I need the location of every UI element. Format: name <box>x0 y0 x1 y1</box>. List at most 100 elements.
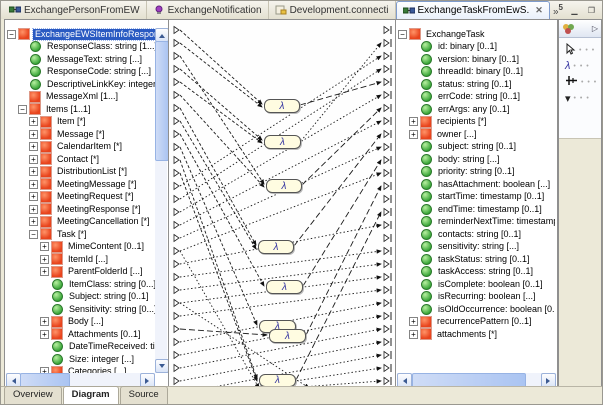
mapping-link[interactable] <box>300 82 381 105</box>
source-port[interactable] <box>174 339 179 346</box>
tree-item[interactable]: Sensitivity: string [0...] <box>7 303 155 316</box>
target-port[interactable] <box>384 339 389 346</box>
expander-expand-icon[interactable]: + <box>409 317 418 326</box>
source-port[interactable] <box>174 378 179 385</box>
mapping-link[interactable] <box>180 134 264 286</box>
tree-item[interactable]: taskStatus: string [0..1] <box>398 253 555 266</box>
target-port[interactable] <box>384 92 389 99</box>
mapping-link[interactable] <box>301 43 381 141</box>
mapping-link[interactable] <box>180 108 256 245</box>
scroll-down-button[interactable] <box>155 359 169 373</box>
source-port[interactable] <box>174 222 179 229</box>
target-port[interactable] <box>384 352 389 359</box>
tree-item[interactable]: errCode: string [0..1] <box>398 91 555 104</box>
view-tab-diagram[interactable]: Diagram <box>63 386 119 404</box>
expander-expand-icon[interactable]: + <box>409 117 418 126</box>
source-tree-horizontal-scrollbar[interactable] <box>6 373 155 386</box>
tree-item[interactable]: id: binary [0..1] <box>398 41 555 54</box>
editor-tab[interactable]: Development.connecti <box>269 1 396 19</box>
lambda-function-box[interactable]: λ <box>269 329 306 343</box>
target-port[interactable] <box>384 118 389 125</box>
tree-item[interactable]: +MeetingRequest [*] <box>7 191 155 204</box>
tree-item[interactable]: +attachments [*] <box>398 328 555 341</box>
tree-item[interactable]: +ParentFolderId [...] <box>7 266 155 279</box>
tree-item[interactable]: +recipients [*] <box>398 116 555 129</box>
source-port[interactable] <box>174 157 179 164</box>
tree-item[interactable]: DateTimeReceived: ti <box>7 341 155 354</box>
tree-item[interactable]: taskAccess: string [0..1] <box>398 266 555 279</box>
source-port[interactable] <box>174 170 179 177</box>
mapping-link[interactable] <box>302 108 381 185</box>
source-port[interactable] <box>174 144 179 151</box>
source-port[interactable] <box>174 313 179 320</box>
expander-expand-icon[interactable]: + <box>40 255 49 264</box>
expander-expand-icon[interactable]: + <box>29 117 38 126</box>
expander-expand-icon[interactable]: + <box>40 242 49 251</box>
tree-item[interactable]: priority: string [0..1] <box>398 166 555 179</box>
target-port[interactable] <box>384 378 389 385</box>
target-port[interactable] <box>384 183 389 190</box>
editor-tab[interactable]: ExchangeNotification <box>147 1 269 19</box>
tree-item[interactable]: +MeetingCancellation [*] <box>7 216 155 229</box>
mapping-canvas[interactable]: λλλλλλλλ <box>169 19 395 388</box>
source-port[interactable] <box>174 248 179 255</box>
expander-expand-icon[interactable]: + <box>409 330 418 339</box>
tree-item[interactable]: ResponseCode: string [...] <box>7 66 155 79</box>
tree-item[interactable]: +Categories [...] <box>7 366 155 374</box>
lambda-function-box[interactable]: λ <box>258 240 294 254</box>
tree-item[interactable]: Subject: string [0..1] <box>7 291 155 304</box>
lambda-function-box[interactable]: λ <box>264 99 300 113</box>
source-port[interactable] <box>174 183 179 190</box>
tab-overflow-button[interactable]: »5 <box>551 3 565 17</box>
target-port[interactable] <box>384 326 389 333</box>
target-port[interactable] <box>384 66 389 73</box>
target-port[interactable] <box>384 157 389 164</box>
source-port[interactable] <box>174 300 179 307</box>
tree-item[interactable]: −ExchangeTask <box>398 28 555 41</box>
source-port[interactable] <box>174 118 179 125</box>
tree-item[interactable]: Size: integer [...] <box>7 353 155 366</box>
view-tab-source[interactable]: Source <box>120 386 168 404</box>
target-port[interactable] <box>384 222 389 229</box>
tree-item[interactable]: +DistributionList [*] <box>7 166 155 179</box>
lambda-function-box[interactable]: λ <box>266 280 303 294</box>
target-port[interactable] <box>384 365 389 372</box>
transform-tool[interactable]: • • • <box>559 74 601 90</box>
expander-collapse-icon[interactable]: − <box>29 230 38 239</box>
target-port[interactable] <box>384 261 389 268</box>
mapping-link[interactable] <box>180 56 264 184</box>
mapping-link[interactable] <box>303 160 381 286</box>
mapping-link[interactable] <box>180 30 262 104</box>
expander-expand-icon[interactable]: + <box>40 267 49 276</box>
target-port[interactable] <box>384 274 389 281</box>
tree-item[interactable]: isRecurring: boolean [...] <box>398 291 555 304</box>
tree-item[interactable]: +Attachments [0..1] <box>7 328 155 341</box>
target-port[interactable] <box>384 300 389 307</box>
tree-item[interactable]: +MimeContent [0..1] <box>7 241 155 254</box>
source-port[interactable] <box>174 53 179 60</box>
tree-item[interactable]: +MeetingMessage [*] <box>7 178 155 191</box>
tree-item[interactable]: contacts: string [0..1] <box>398 228 555 241</box>
target-port[interactable] <box>384 209 389 216</box>
source-port[interactable] <box>174 92 179 99</box>
tree-item[interactable]: ResponseClass: string [1...] <box>7 41 155 54</box>
palette-collapse-icon[interactable]: ▷ <box>592 24 598 33</box>
expander-expand-icon[interactable]: + <box>29 167 38 176</box>
expander-expand-icon[interactable]: + <box>29 180 38 189</box>
close-tab-icon[interactable]: ✕ <box>535 5 543 16</box>
target-port[interactable] <box>384 105 389 112</box>
source-port[interactable] <box>174 261 179 268</box>
target-port[interactable] <box>384 313 389 320</box>
tree-item[interactable]: +ItemId [...] <box>7 253 155 266</box>
source-port[interactable] <box>174 352 179 359</box>
expander-expand-icon[interactable]: + <box>40 317 49 326</box>
expander-expand-icon[interactable]: + <box>29 130 38 139</box>
tree-item[interactable]: startTime: timestamp [0..1] <box>398 191 555 204</box>
mapping-link[interactable] <box>180 56 381 186</box>
drawer-toggle[interactable]: ▾• • • <box>559 90 601 106</box>
tree-item[interactable]: errArgs: any [0..1] <box>398 103 555 116</box>
source-port[interactable] <box>174 66 179 73</box>
tree-item[interactable]: subject: string [0..1] <box>398 141 555 154</box>
target-tree-horizontal-scrollbar[interactable] <box>397 373 556 386</box>
target-port[interactable] <box>384 53 389 60</box>
